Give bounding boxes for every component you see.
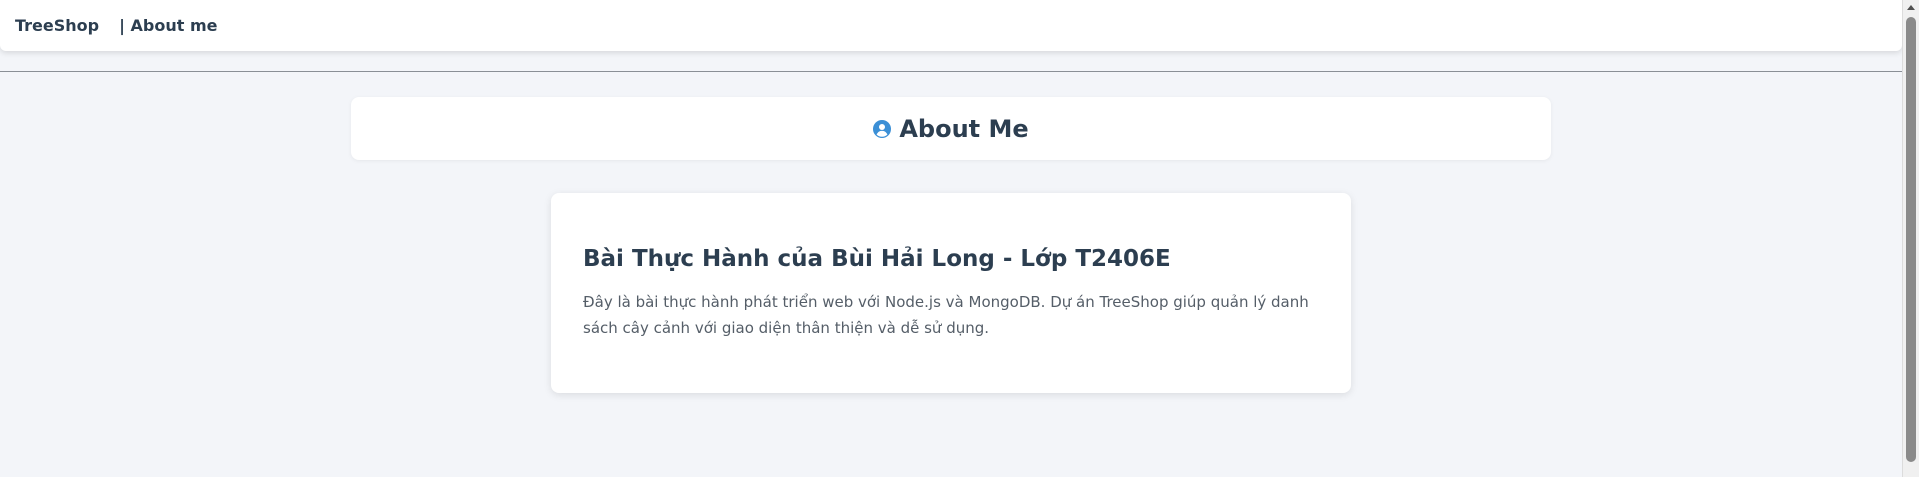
content-paragraph: Đây là bài thực hành phát triển web với … — [583, 292, 1309, 337]
navbar: TreeShop | About me — [0, 0, 1902, 51]
page-title-group: About Me — [873, 114, 1029, 143]
page: TreeShop | About me About Me Bài Thực Hà… — [0, 0, 1902, 477]
page-title: About Me — [899, 114, 1029, 143]
vertical-scrollbar[interactable] — [1902, 0, 1919, 477]
scroll-up-arrow-icon[interactable] — [1907, 5, 1915, 10]
header-divider — [0, 71, 1902, 72]
content-heading: Bài Thực Hành của Bùi Hải Long - Lớp T24… — [583, 246, 1171, 272]
page-title-card: About Me — [351, 97, 1551, 160]
about-content-card: Bài Thực Hành của Bùi Hải Long - Lớp T24… — [551, 193, 1351, 393]
user-circle-icon — [873, 119, 892, 138]
scrollbar-thumb[interactable] — [1906, 17, 1916, 462]
nav-brand-link[interactable]: TreeShop — [15, 16, 99, 35]
nav-link-about-me[interactable]: | About me — [119, 16, 217, 35]
browser-viewport: TreeShop | About me About Me Bài Thực Hà… — [0, 0, 1919, 477]
